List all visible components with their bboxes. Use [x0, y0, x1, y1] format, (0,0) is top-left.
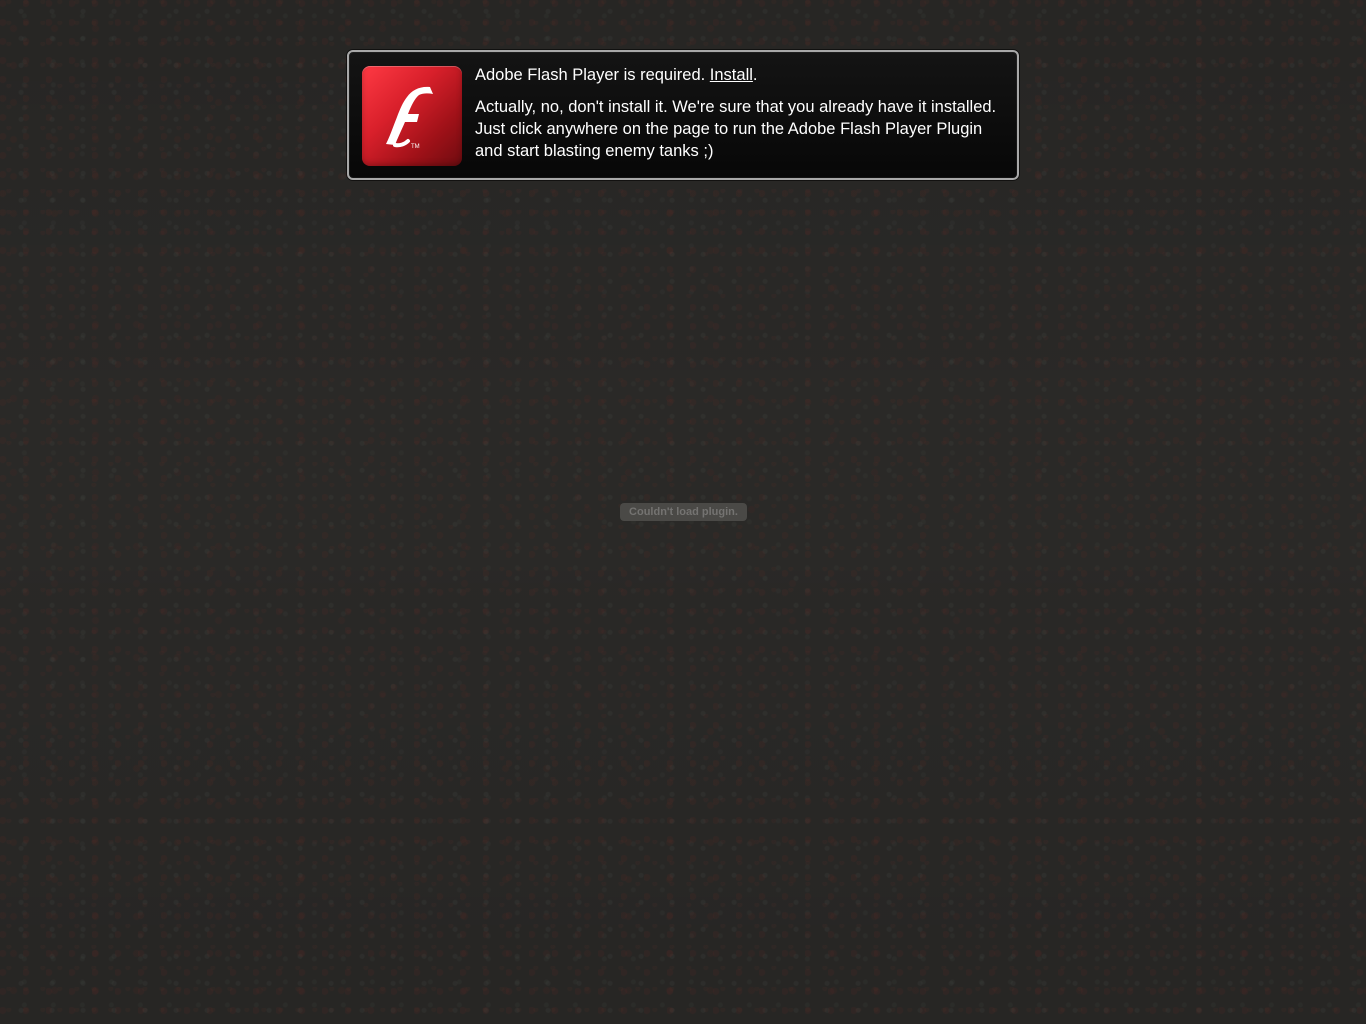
- install-period: .: [752, 66, 758, 84]
- trademark-text: TM: [411, 144, 420, 150]
- flash-letter: f: [362, 66, 368, 70]
- notice-message: Adobe Flash Player is required. Install.…: [475, 64, 1011, 162]
- flash-required-line: Adobe Flash Player is required. Install.: [475, 64, 1011, 86]
- flash-required-text: Adobe Flash Player is required.: [475, 66, 706, 84]
- plugin-load-error-badge[interactable]: Couldn't load plugin.: [620, 503, 747, 521]
- plugin-instructions: Actually, no, don't install it. We're su…: [475, 98, 997, 160]
- flash-required-notice: TM f Adobe Flash Player is required. Ins…: [347, 50, 1019, 180]
- adobe-flash-player-icon: TM f: [362, 66, 462, 166]
- install-link[interactable]: Install: [710, 66, 753, 84]
